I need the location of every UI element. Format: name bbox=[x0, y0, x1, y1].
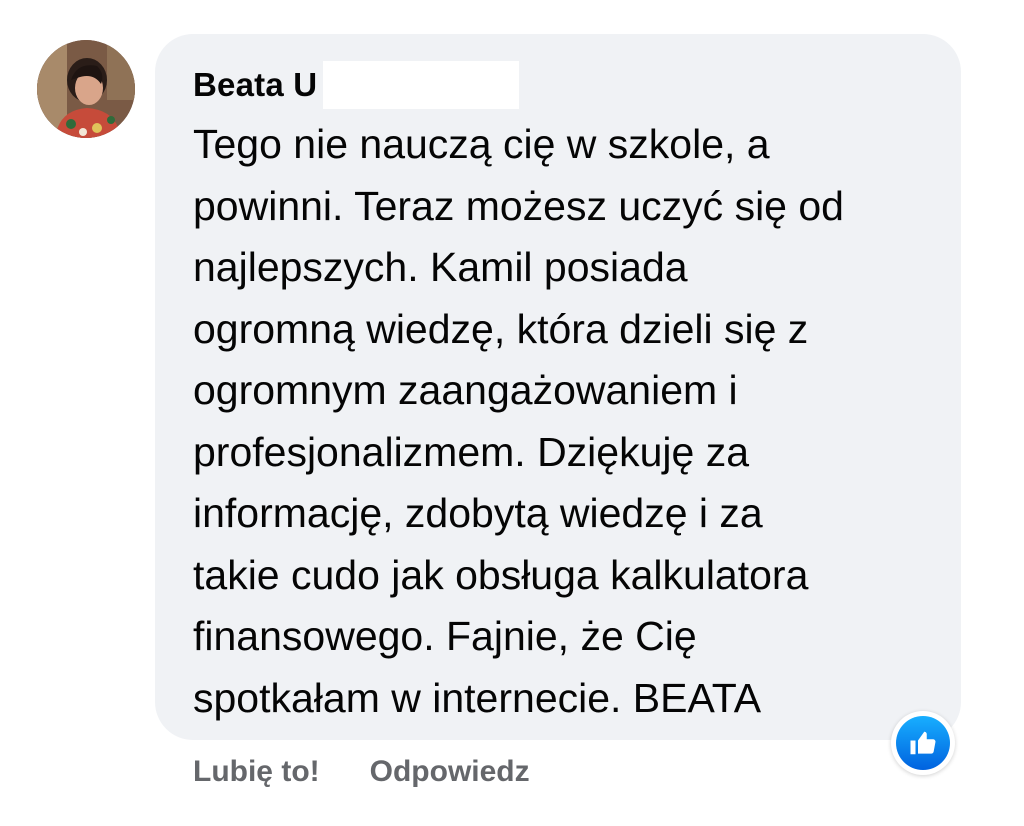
author-row: Beata U bbox=[193, 61, 520, 109]
author-name[interactable]: Beata U bbox=[193, 66, 317, 104]
reaction-badge[interactable] bbox=[891, 711, 955, 775]
avatar-photo bbox=[37, 40, 135, 138]
avatar[interactable] bbox=[37, 40, 135, 138]
comment-actions: Lubię to! Odpowiedz bbox=[193, 750, 530, 794]
comment-bubble: Beata U Tego nie nauczą cię w szkole, a … bbox=[155, 34, 961, 740]
like-reaction bbox=[896, 716, 950, 770]
like-button[interactable]: Lubię to! bbox=[193, 755, 320, 789]
comment-text: Tego nie nauczą cię w szkole, a powinni.… bbox=[193, 121, 844, 721]
redacted-surname bbox=[323, 61, 520, 109]
thumbs-up-icon bbox=[910, 731, 936, 755]
reply-button[interactable]: Odpowiedz bbox=[370, 755, 530, 789]
